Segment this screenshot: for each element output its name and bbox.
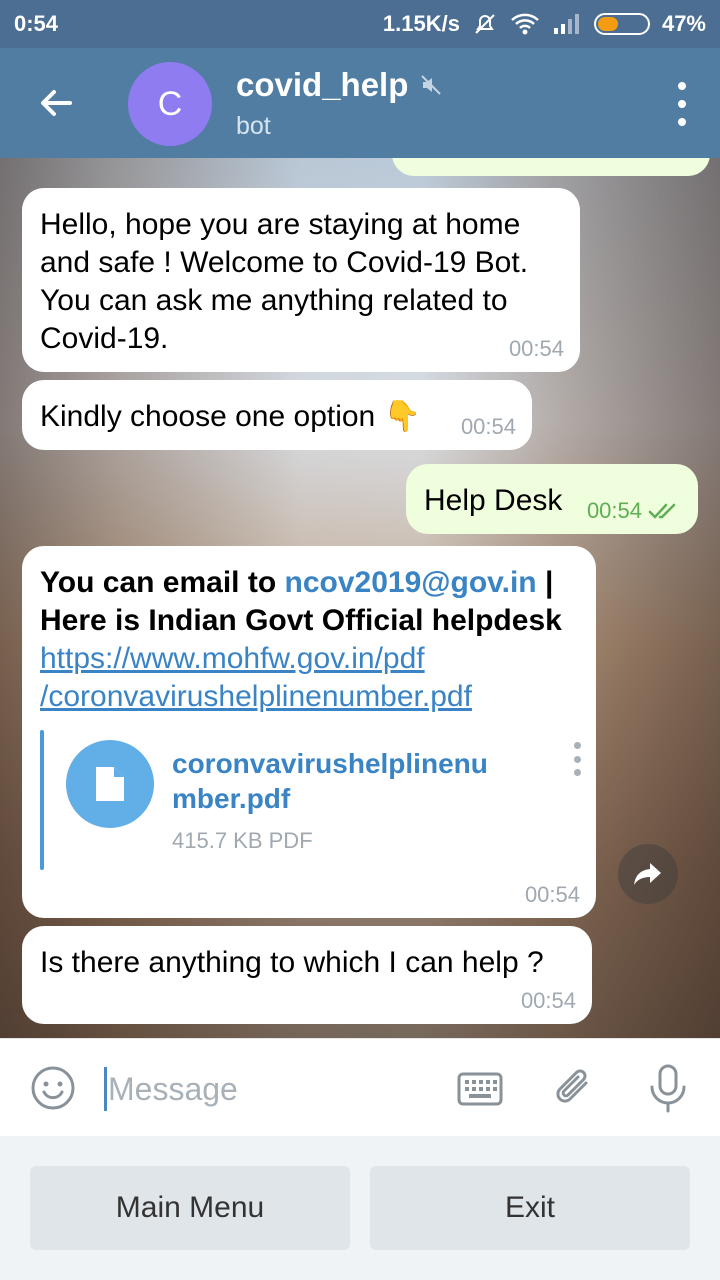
wifi-icon [511,13,539,35]
message-bubble-question[interactable]: Is there anything to which I can help ? … [22,926,592,1024]
document-name[interactable]: coronvavirushelplinenumber.pdf [172,746,512,816]
message-input[interactable] [108,1067,428,1111]
message-bubble-helpline[interactable]: You can email to ncov2019@gov.in | Here … [22,546,596,918]
microphone-icon[interactable] [646,1063,690,1113]
muted-bell-icon [475,14,495,34]
document-download-button[interactable] [66,740,154,828]
message-time: 00:54 [587,498,682,524]
message-bubble-partial [392,158,710,176]
share-arrow-icon [634,863,661,885]
message-time: 00:54 [520,988,576,1013]
message-text: Kindly choose one option 👇 [40,400,421,433]
message-bubble-choose[interactable]: Kindly choose one option 👇 00:54 [22,380,532,450]
message-input-bar [0,1038,720,1136]
document-more-icon[interactable] [572,742,582,776]
message-text: Is there anything to which I can help ? [40,946,544,979]
message-text: You can email to ncov2019@gov.in | Here … [40,564,578,640]
exit-button[interactable]: Exit [370,1166,690,1250]
document-preview-bar [40,730,44,870]
chat-title: covid_help [236,66,409,103]
double-check-icon [648,503,676,519]
bot-keyboard: Main Menu Exit [0,1136,720,1280]
network-speed: 1.15K/s [382,11,460,36]
message-time-text: 00:54 [586,498,642,523]
status-time: 0:54 [14,11,59,36]
back-arrow-icon[interactable] [36,83,76,123]
emoji-icon[interactable] [30,1065,76,1111]
document-size: 415.7 KB PDF [172,828,313,853]
chat-subtitle: bot [236,112,271,140]
message-bubble-welcome[interactable]: Hello, hope you are staying at home and … [22,188,580,372]
message-time: 00:54 [460,414,516,439]
bot-keyboard-icon[interactable] [456,1069,504,1109]
file-icon [96,767,124,801]
more-options-icon[interactable] [676,82,688,126]
muted-speaker-icon [421,75,442,95]
url-link-line2: /coronvavirushelplinenumber.pdf [40,680,472,713]
email-link[interactable]: ncov2019@gov.in [285,566,537,599]
chat-area[interactable]: Hello, hope you are staying at home and … [0,158,720,1038]
status-bar: 0:54 1.15K/s 47% [0,0,720,48]
battery-percent: 47% [661,11,706,36]
chat-title-row[interactable]: covid_help [236,66,442,104]
battery-icon [593,13,650,35]
signal-icon [553,14,579,34]
text-cursor [104,1067,107,1111]
message-text: Hello, hope you are staying at home and … [40,208,529,355]
avatar[interactable]: C [128,62,212,146]
attach-icon[interactable] [552,1065,598,1111]
message-time: 00:54 [524,882,580,907]
chat-header: C covid_help bot [0,48,720,158]
message-text-prefix: You can email to [40,566,277,599]
message-time: 00:54 [508,336,564,361]
message-bubble-helpdesk[interactable]: Help Desk 00:54 [406,464,698,534]
url-link[interactable]: https://www.mohfw.gov.in/pdf /coronvavir… [40,640,578,716]
main-menu-button[interactable]: Main Menu [30,1166,350,1250]
url-link-line1: https://www.mohfw.gov.in/pdf [40,642,425,675]
status-icons: 1.15K/s 47% [383,11,706,37]
share-button[interactable] [618,844,678,904]
